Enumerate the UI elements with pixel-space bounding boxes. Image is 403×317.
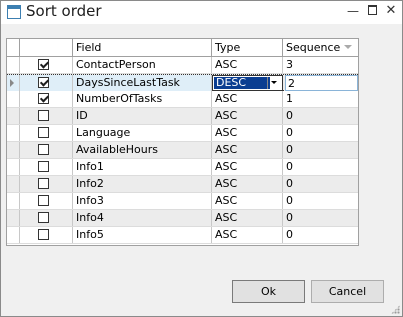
row-selector[interactable]	[7, 91, 20, 107]
table-row[interactable]: Info2 ASC 0	[7, 176, 358, 193]
header-sequence[interactable]: Sequence	[283, 39, 358, 56]
row-selector[interactable]	[7, 108, 20, 124]
header-sequence-label: Sequence	[286, 41, 341, 54]
sequence-cell[interactable]: 0	[283, 227, 358, 243]
include-checkbox[interactable]	[38, 161, 49, 172]
row-selector[interactable]	[7, 142, 20, 158]
header-type[interactable]: Type	[212, 39, 283, 56]
row-selector[interactable]	[7, 176, 20, 192]
header-check[interactable]	[20, 39, 73, 56]
include-checkbox[interactable]	[38, 195, 49, 206]
header-rowselector	[7, 39, 20, 56]
row-selector[interactable]	[7, 57, 20, 73]
cancel-button[interactable]: Cancel	[311, 280, 384, 303]
sequence-cell[interactable]: 0	[283, 159, 358, 175]
field-cell: ContactPerson	[73, 57, 212, 73]
type-dropdown-value: DESC	[214, 77, 270, 89]
resize-grip-icon[interactable]	[391, 305, 400, 314]
sequence-cell[interactable]: 0	[283, 193, 358, 209]
field-cell: Info5	[73, 227, 212, 243]
include-checkbox[interactable]	[38, 127, 49, 138]
sort-order-dialog: Sort order — ✕ Field Type Sequence Conta…	[0, 0, 403, 317]
sequence-cell[interactable]: 1	[283, 91, 358, 107]
type-cell[interactable]: ASC	[212, 91, 283, 107]
sequence-cell[interactable]: 0	[283, 125, 358, 141]
window-title: Sort order	[26, 2, 102, 20]
close-icon[interactable]: ✕	[383, 4, 399, 18]
maximize-icon[interactable]	[364, 4, 380, 18]
type-cell[interactable]: ASC	[212, 125, 283, 141]
table-row[interactable]: Info4 ASC 0	[7, 210, 358, 227]
include-checkbox[interactable]	[38, 144, 49, 155]
ok-button[interactable]: Ok	[232, 280, 305, 303]
table-row[interactable]: Info1 ASC 0	[7, 159, 358, 176]
field-cell: Language	[73, 125, 212, 141]
table-row[interactable]: ID ASC 0	[7, 108, 358, 125]
row-selector[interactable]	[7, 125, 20, 141]
type-cell[interactable]: ASC	[212, 210, 283, 226]
row-selector[interactable]	[7, 75, 20, 91]
include-checkbox[interactable]	[38, 59, 49, 70]
row-selector[interactable]	[7, 159, 20, 175]
row-selector[interactable]	[7, 227, 20, 243]
chevron-down-icon[interactable]	[267, 77, 281, 89]
field-cell: Info4	[73, 210, 212, 226]
table-row[interactable]: NumberOfTasks ASC 1	[7, 91, 358, 108]
table-row[interactable]: Info5 ASC 0	[7, 227, 358, 244]
sequence-input[interactable]: 2	[285, 75, 358, 91]
row-selector[interactable]	[7, 193, 20, 209]
table-row[interactable]: ContactPerson ASC 3	[7, 57, 358, 74]
sort-order-grid[interactable]: Field Type Sequence ContactPerson ASC 3 Day…	[6, 38, 359, 246]
table-row[interactable]: AvailableHours ASC 0	[7, 142, 358, 159]
type-cell[interactable]: ASC	[212, 193, 283, 209]
include-checkbox[interactable]	[38, 212, 49, 223]
current-row-icon	[10, 79, 14, 87]
type-cell[interactable]: ASC	[212, 142, 283, 158]
type-cell[interactable]: ASC	[212, 176, 283, 192]
field-cell: Info3	[73, 193, 212, 209]
include-checkbox[interactable]	[38, 93, 49, 104]
field-cell: DaysSinceLastTask	[73, 75, 212, 91]
type-cell[interactable]: ASC	[212, 108, 283, 124]
minimize-icon[interactable]: —	[345, 4, 361, 18]
include-checkbox[interactable]	[38, 229, 49, 240]
type-cell[interactable]: ASC	[212, 159, 283, 175]
field-cell: Info1	[73, 159, 212, 175]
table-row[interactable]: Info3 ASC 0	[7, 193, 358, 210]
sequence-cell[interactable]: 0	[283, 210, 358, 226]
sequence-cell[interactable]: 0	[283, 176, 358, 192]
sequence-cell[interactable]: 0	[283, 108, 358, 124]
field-cell: Info2	[73, 176, 212, 192]
row-selector[interactable]	[7, 210, 20, 226]
field-cell: AvailableHours	[73, 142, 212, 158]
title-bar[interactable]: Sort order — ✕	[1, 1, 402, 24]
type-cell[interactable]: ASC	[212, 227, 283, 243]
sort-desc-icon	[344, 45, 352, 49]
field-cell: ID	[73, 108, 212, 124]
type-dropdown[interactable]: DESC	[212, 75, 283, 91]
sequence-cell[interactable]: 3	[283, 57, 358, 73]
table-row[interactable]: DaysSinceLastTask DESC 2	[7, 74, 358, 91]
sequence-cell[interactable]: 0	[283, 142, 358, 158]
table-row[interactable]: Language ASC 0	[7, 125, 358, 142]
field-cell: NumberOfTasks	[73, 91, 212, 107]
include-checkbox[interactable]	[38, 77, 49, 88]
type-cell[interactable]: ASC	[212, 57, 283, 73]
header-field[interactable]: Field	[73, 39, 212, 56]
include-checkbox[interactable]	[38, 110, 49, 121]
grid-header: Field Type Sequence	[7, 39, 358, 57]
include-checkbox[interactable]	[38, 178, 49, 189]
window-icon	[7, 5, 21, 19]
